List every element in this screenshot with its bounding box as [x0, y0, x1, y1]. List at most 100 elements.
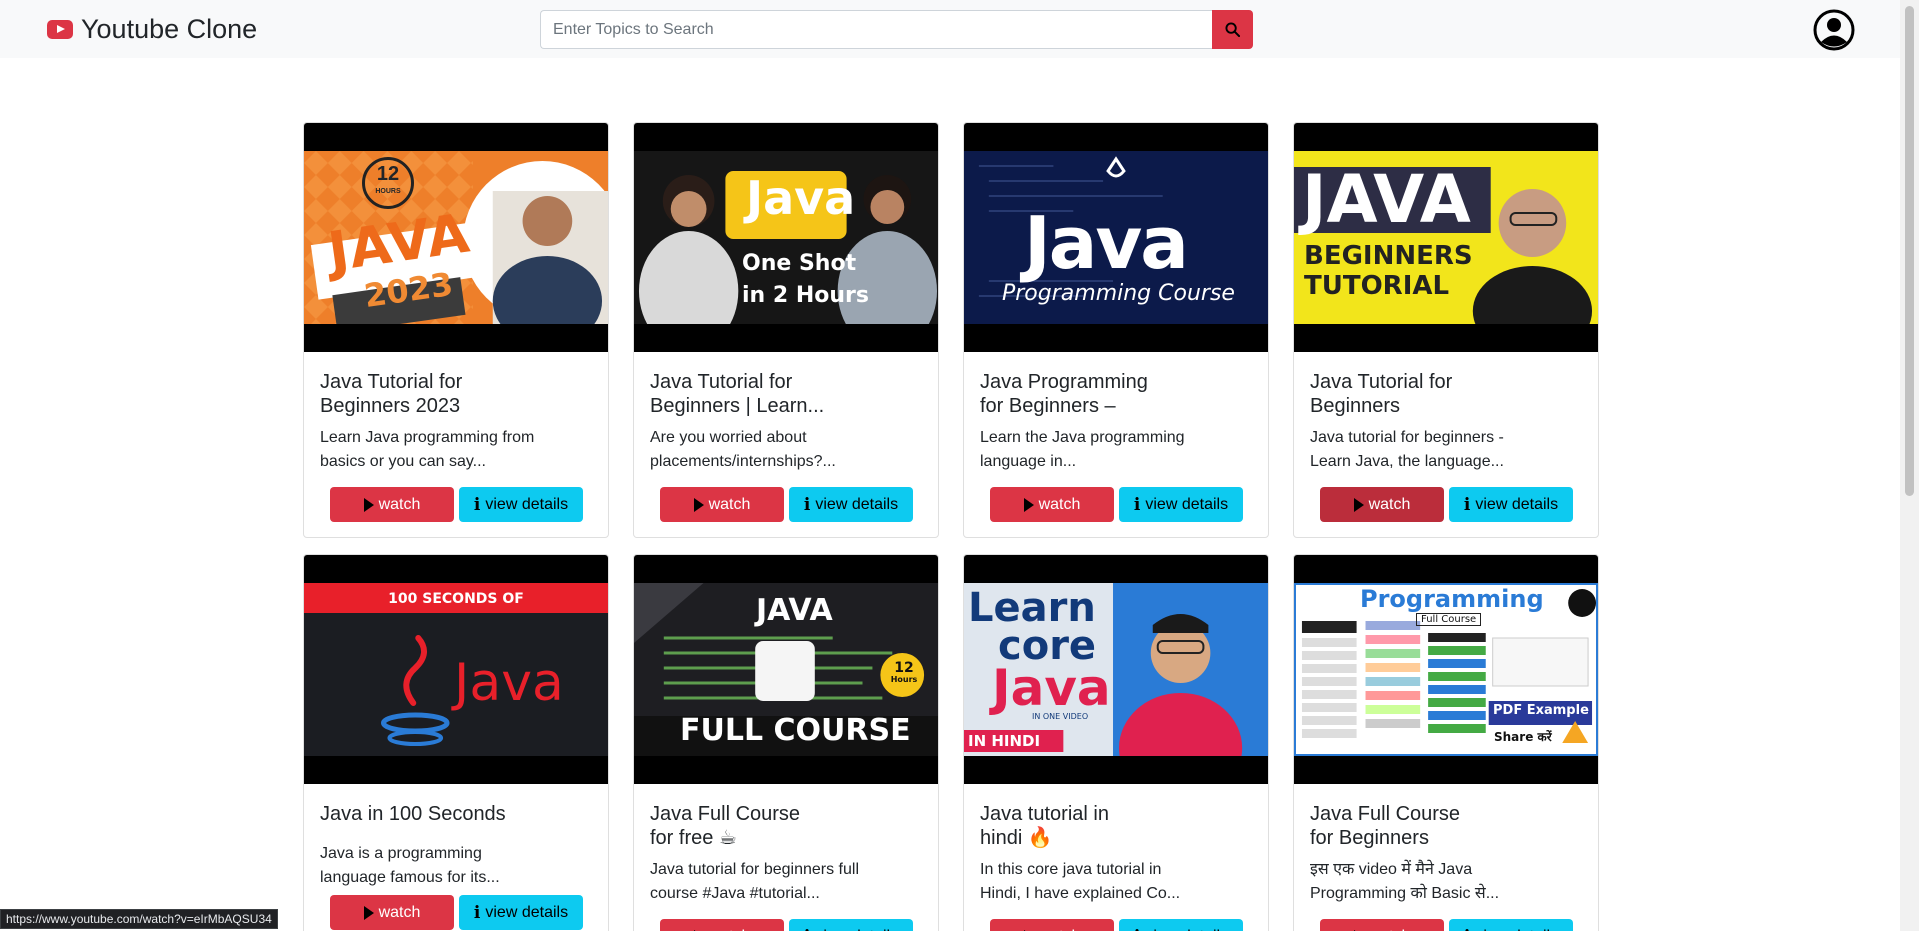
watch-button[interactable]: watch: [990, 919, 1114, 931]
video-title: Java Tutorial for Beginners | Learn...: [650, 371, 825, 417]
video-description: In this core java tutorial in Hindi, I h…: [980, 861, 1181, 902]
watch-label: watch: [1038, 495, 1081, 513]
view-details-button[interactable]: i view details: [789, 919, 913, 931]
watch-label: watch: [1369, 928, 1411, 931]
view-details-button[interactable]: iview details: [789, 487, 913, 522]
video-thumbnail[interactable]: Java Programming Course: [964, 123, 1268, 352]
watch-label: watch: [378, 495, 421, 513]
page-scrollbar[interactable]: [1900, 0, 1919, 931]
user-avatar[interactable]: [1813, 9, 1855, 51]
video-card: Java Programming Course Java Programming…: [963, 122, 1269, 538]
thumbnail-subtext-2: PDF Example: [1493, 703, 1589, 718]
thumbnail-subtext-3: IN HINDI: [968, 732, 1041, 750]
video-thumbnail[interactable]: JAVA 2023 12 HOURS: [304, 123, 608, 352]
view-details-button[interactable]: iview details: [459, 895, 583, 930]
video-description: Learn the Java programming language in..…: [980, 429, 1185, 470]
view-details-button[interactable]: iview details: [1449, 487, 1573, 522]
video-description: Learn Java programming from basics or yo…: [320, 429, 535, 470]
video-title: Java Tutorial for Beginners 2023: [320, 371, 463, 417]
video-thumbnail[interactable]: JAVA FULL COURSE 12 Hours: [634, 555, 938, 784]
info-icon: i: [1133, 494, 1141, 515]
info-icon: i: [804, 927, 810, 931]
thumbnail-text: JAVA: [1302, 161, 1471, 238]
watch-button[interactable]: watch: [660, 487, 784, 522]
thumbnail-subtext-2: Java: [992, 659, 1111, 717]
watch-button[interactable]: watch: [660, 919, 784, 931]
thumbnail-subtext: Programming Course: [1002, 281, 1235, 306]
info-icon: i: [803, 494, 811, 515]
thumbnail-subtext-2: TUTORIAL: [1304, 271, 1450, 301]
info-icon: i: [1464, 927, 1470, 931]
thumbnail-text: Programming: [1360, 585, 1544, 613]
video-title: Java Full Course for Beginners (Hindi) |…: [1310, 803, 1461, 849]
thumbnail-text: Java: [454, 653, 564, 713]
video-card: Programming Full Course PDF Example Shar…: [1293, 554, 1599, 931]
search-icon: [1225, 22, 1240, 37]
details-label: view details: [485, 495, 569, 513]
youtube-logo-icon: [47, 19, 73, 39]
details-label: view details: [815, 928, 898, 931]
watch-button[interactable]: watch: [1320, 919, 1444, 931]
watch-label: watch: [708, 495, 751, 513]
watch-label: watch: [378, 903, 421, 921]
watch-label: watch: [709, 928, 751, 931]
thumbnail-subtext: BEGINNERS: [1304, 241, 1473, 271]
play-icon: [1353, 497, 1364, 512]
thumbnail-subtext: One Shot: [742, 251, 857, 276]
thumbnail-subtext-2: in 2 Hours: [742, 283, 869, 308]
video-card: JAVA BEGINNERS TUTORIAL Java Tutorial fo…: [1293, 122, 1599, 538]
play-icon: [363, 905, 374, 920]
thumbnail-subtext: Full Course: [1416, 613, 1482, 626]
watch-button[interactable]: watch: [1320, 487, 1444, 522]
info-icon: i: [473, 494, 481, 515]
video-thumbnail[interactable]: Programming Full Course PDF Example Shar…: [1294, 555, 1598, 784]
details-label: view details: [1475, 928, 1558, 931]
link-status-bar: https://www.youtube.com/watch?v=eIrMbAQS…: [0, 909, 278, 929]
video-thumbnail[interactable]: JAVA BEGINNERS TUTORIAL: [1294, 123, 1598, 352]
view-details-button[interactable]: iview details: [459, 487, 583, 522]
video-title: Java tutorial in hindi 🔥: [980, 803, 1109, 849]
user-circle-icon: [1813, 9, 1855, 51]
scrollbar-thumb[interactable]: [1905, 6, 1914, 496]
play-icon: [693, 497, 704, 512]
view-details-button[interactable]: i view details: [1119, 919, 1243, 931]
search-form: [540, 10, 1253, 49]
watch-button[interactable]: watch: [330, 487, 454, 522]
details-label: view details: [815, 495, 899, 513]
search-input[interactable]: [540, 10, 1212, 49]
video-thumbnail[interactable]: Learn core Java IN ONE VIDEO IN HINDI: [964, 555, 1268, 784]
thumbnail-text: Java: [1024, 201, 1189, 285]
navbar: Youtube Clone: [0, 0, 1900, 58]
watch-button[interactable]: watch: [990, 487, 1114, 522]
thumbnail-subtext-3: Share करें: [1494, 730, 1552, 744]
duration-badge: 12 HOURS: [362, 157, 414, 209]
play-icon: [1023, 497, 1034, 512]
brand[interactable]: Youtube Clone: [47, 14, 257, 44]
thumbnail-text: JAVA: [756, 593, 833, 628]
thumbnail-subtext: FULL COURSE: [680, 713, 911, 748]
info-icon: i: [473, 902, 481, 923]
video-title: Java Full Course for free ☕: [650, 803, 801, 849]
video-card: JAVA 2023 12 HOURS Java Tutorial for Beg…: [303, 122, 609, 538]
video-card: 100 SECONDS OF Java Java in 100 Seconds …: [303, 554, 609, 931]
thumbnail-subtext: 100 SECONDS OF: [388, 591, 524, 607]
video-thumbnail[interactable]: Java One Shot in 2 Hours: [634, 123, 938, 352]
info-icon: i: [1134, 927, 1140, 931]
video-description: Java tutorial for beginners - Learn Java…: [1310, 429, 1504, 470]
video-title: Java Tutorial for Beginners: [1310, 371, 1453, 417]
details-label: view details: [1145, 928, 1228, 931]
thumbnail-text: Java: [746, 171, 856, 225]
thumbnail-subtext-4: IN ONE VIDEO: [1032, 712, 1089, 721]
search-button[interactable]: [1212, 10, 1253, 49]
details-label: view details: [1145, 495, 1229, 513]
view-details-button[interactable]: iview details: [1119, 487, 1243, 522]
watch-button[interactable]: watch: [330, 895, 454, 930]
details-label: view details: [485, 903, 569, 921]
video-thumbnail[interactable]: 100 SECONDS OF Java: [304, 555, 608, 784]
watch-label: watch: [1368, 495, 1411, 513]
view-details-button[interactable]: i view details: [1449, 919, 1573, 931]
watch-label: watch: [1039, 928, 1081, 931]
video-description: इस एक video में मैने Java Programming को…: [1310, 861, 1500, 902]
video-description: Java tutorial for beginners full course …: [650, 861, 859, 902]
duration-badge: 12 Hours: [890, 660, 918, 684]
